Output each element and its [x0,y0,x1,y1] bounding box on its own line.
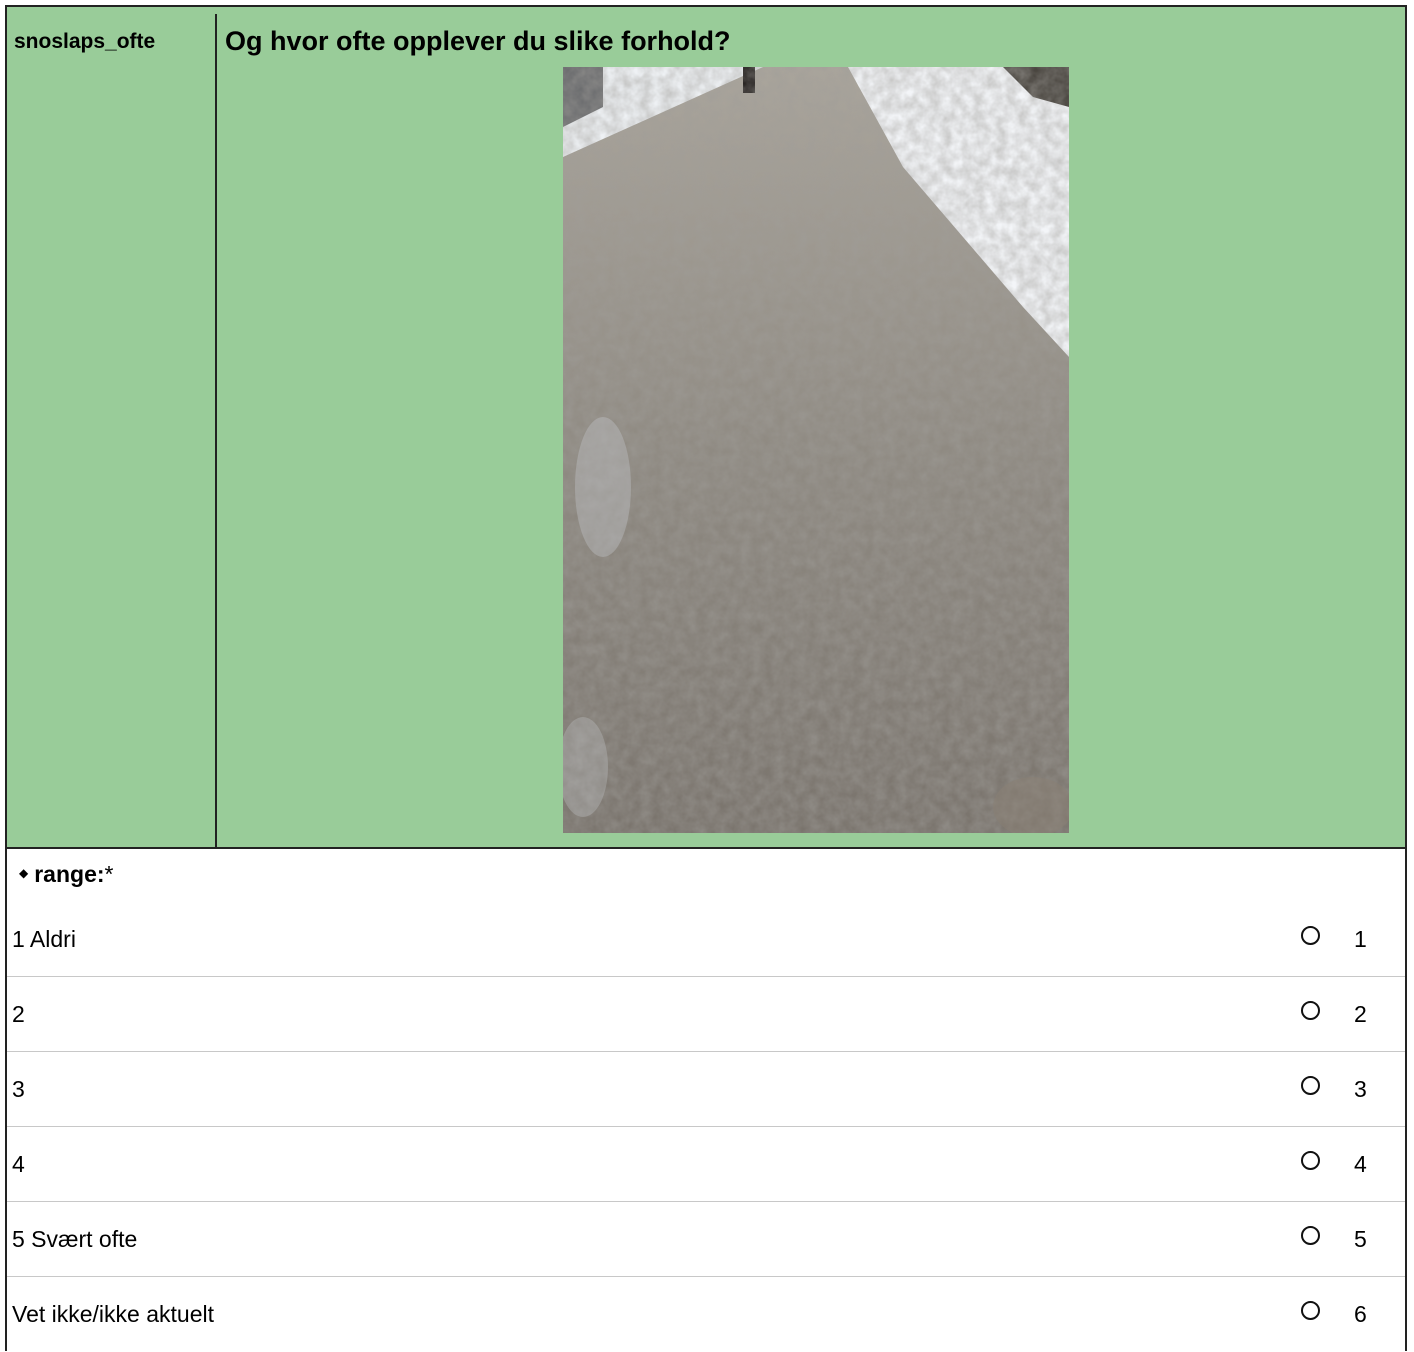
variable-cell: snoslaps_ofte [7,14,217,847]
radio-button[interactable] [1301,1076,1320,1095]
range-label-text: range: [34,861,105,887]
option-label: 4 [12,1151,25,1177]
option-label: 2 [12,1001,25,1027]
option-label: 5 Svært ofte [12,1226,138,1252]
option-code: 6 [1354,1301,1367,1327]
answer-option[interactable]: 5 Svært ofte 5 [7,1202,1405,1277]
option-code: 5 [1354,1226,1367,1252]
variable-name: snoslaps_ofte [14,30,156,53]
question-header: snoslaps_ofte Og hvor ofte opplever du s… [5,5,1407,849]
required-marker: * [104,861,114,887]
option-label: Vet ikke/ikke aktuelt [12,1301,214,1327]
diamond-bullet-icon: ◆ [19,866,29,880]
answer-option[interactable]: 3 3 [7,1052,1405,1127]
answer-options: 1 Aldri 1 2 2 3 3 4 4 5 Svært ofte 5 Vet… [7,902,1405,1352]
answer-option[interactable]: 1 Aldri 1 [7,902,1405,977]
question-text: Og hvor ofte opplever du slike forhold? [225,26,731,56]
slush-road-photo [563,67,1069,833]
radio-button[interactable] [1301,1226,1320,1245]
option-code: 1 [1354,926,1367,952]
radio-button[interactable] [1301,1001,1320,1020]
radio-button[interactable] [1301,926,1320,945]
answer-option[interactable]: 2 2 [7,977,1405,1052]
option-code: 2 [1354,1001,1367,1027]
answer-option[interactable]: 4 4 [7,1127,1405,1202]
radio-button[interactable] [1301,1151,1320,1170]
option-code: 4 [1354,1151,1367,1177]
range-label: ◆ range:* [19,861,113,888]
option-label: 3 [12,1076,25,1102]
radio-button[interactable] [1301,1301,1320,1320]
option-label: 1 Aldri [12,926,76,952]
option-code: 3 [1354,1076,1367,1102]
answer-option[interactable]: Vet ikke/ikke aktuelt 6 [7,1277,1405,1352]
